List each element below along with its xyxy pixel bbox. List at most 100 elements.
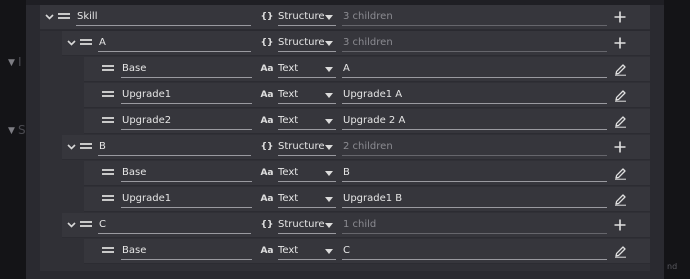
background-right-panel: [664, 0, 690, 279]
drag-handle-icon[interactable]: [80, 143, 92, 151]
text-type-icon: Aa: [260, 246, 274, 256]
caret-down-icon: [325, 67, 333, 72]
structure-type-icon: {}: [260, 12, 274, 22]
caret-down-icon: [325, 119, 333, 124]
plus-icon[interactable]: [612, 139, 628, 155]
drag-handle-icon[interactable]: [80, 221, 92, 229]
caret-down-icon: [325, 249, 333, 254]
chevron-down-icon: ▼: [8, 126, 15, 136]
field-name-input[interactable]: B: [98, 139, 251, 156]
field-name-input[interactable]: Upgrade1: [121, 191, 252, 208]
type-select[interactable]: Structure: [278, 9, 336, 26]
type-select[interactable]: Structure: [278, 139, 336, 156]
text-type-icon: Aa: [260, 90, 274, 100]
text-type-icon: Aa: [260, 116, 274, 126]
type-select[interactable]: Structure: [278, 217, 336, 234]
background-left-panel: ▼ I ▼ S: [0, 0, 26, 279]
chevron-down-icon[interactable]: [65, 37, 77, 49]
plus-icon[interactable]: [612, 9, 628, 25]
type-select-value: Text: [278, 193, 299, 204]
caret-down-icon: [325, 171, 333, 176]
type-select[interactable]: Text: [278, 165, 336, 182]
text-value-input[interactable]: Upgrade 2 A: [342, 113, 607, 130]
tree-row-skill: Skill {} Structure 3 children: [40, 5, 650, 30]
background-label: S: [18, 123, 26, 137]
caret-down-icon: [325, 223, 333, 228]
drag-handle-icon[interactable]: [102, 195, 114, 203]
type-select-value: Structure: [278, 11, 325, 22]
structure-type-icon: {}: [260, 220, 274, 230]
type-select-value: Text: [278, 245, 299, 256]
text-type-icon: Aa: [260, 64, 274, 74]
field-name-input[interactable]: Base: [121, 165, 252, 182]
type-select-value: Structure: [278, 37, 325, 48]
chevron-down-icon[interactable]: [43, 11, 55, 23]
text-type-icon: Aa: [260, 194, 274, 204]
text-value-input[interactable]: Upgrade1 A: [342, 87, 607, 104]
drag-handle-icon[interactable]: [58, 13, 70, 21]
structure-editor-dialog: Skill {} Structure 3 children A {} Struc…: [26, 0, 664, 279]
field-name-input[interactable]: C: [98, 217, 251, 234]
tree-row-b-upgrade1: Upgrade1 Aa Text Upgrade1 B: [84, 187, 650, 212]
drag-handle-icon[interactable]: [102, 91, 114, 99]
type-select[interactable]: Structure: [278, 35, 336, 52]
field-name-input[interactable]: Upgrade2: [121, 113, 252, 130]
chevron-down-icon: ▼: [8, 58, 15, 68]
pencil-icon[interactable]: [612, 243, 628, 259]
text-value-input[interactable]: Upgrade1 B: [342, 191, 607, 208]
background-collapse-marker: ▼ I: [8, 55, 22, 69]
background-text: nd: [667, 262, 678, 271]
type-select[interactable]: Text: [278, 61, 336, 78]
chevron-down-icon[interactable]: [65, 219, 77, 231]
caret-down-icon: [325, 41, 333, 46]
drag-handle-icon[interactable]: [80, 39, 92, 47]
chevron-down-icon[interactable]: [65, 141, 77, 153]
type-select-value: Text: [278, 89, 299, 100]
structure-type-icon: {}: [260, 38, 274, 48]
tree-row-b: B {} Structure 2 children: [62, 135, 650, 160]
background-collapse-marker: ▼ S: [8, 123, 26, 137]
text-value-input[interactable]: B: [342, 165, 607, 182]
text-type-icon: Aa: [260, 168, 274, 178]
text-value-input[interactable]: C: [342, 243, 607, 260]
field-name-input[interactable]: A: [98, 35, 251, 52]
field-name-input[interactable]: Base: [121, 243, 252, 260]
type-select[interactable]: Text: [278, 243, 336, 260]
structure-type-icon: {}: [260, 142, 274, 152]
pencil-icon[interactable]: [612, 113, 628, 129]
type-select-value: Structure: [278, 219, 325, 230]
children-count: 2 children: [342, 139, 607, 156]
type-select-value: Text: [278, 63, 299, 74]
type-select-value: Text: [278, 167, 299, 178]
type-select[interactable]: Text: [278, 191, 336, 208]
plus-icon[interactable]: [612, 217, 628, 233]
drag-handle-icon[interactable]: [102, 247, 114, 255]
plus-icon[interactable]: [612, 35, 628, 51]
drag-handle-icon[interactable]: [102, 65, 114, 73]
type-select-value: Text: [278, 115, 299, 126]
field-name-input[interactable]: Base: [121, 61, 252, 78]
children-count: 3 children: [342, 35, 607, 52]
children-count: 3 children: [342, 9, 607, 26]
pencil-icon[interactable]: [612, 165, 628, 181]
pencil-icon[interactable]: [612, 191, 628, 207]
tree-row-c-base: Base Aa Text C: [84, 239, 650, 264]
children-count: 1 child: [342, 217, 607, 234]
tree-row-a-upgrade1: Upgrade1 Aa Text Upgrade1 A: [84, 83, 650, 108]
type-select[interactable]: Text: [278, 87, 336, 104]
tree-row-a-base: Base Aa Text A: [84, 57, 650, 82]
background-label: I: [18, 55, 22, 69]
pencil-icon[interactable]: [612, 61, 628, 77]
caret-down-icon: [325, 197, 333, 202]
caret-down-icon: [325, 15, 333, 20]
caret-down-icon: [325, 145, 333, 150]
text-value-input[interactable]: A: [342, 61, 607, 78]
type-select[interactable]: Text: [278, 113, 336, 130]
drag-handle-icon[interactable]: [102, 169, 114, 177]
pencil-icon[interactable]: [612, 87, 628, 103]
type-select-value: Structure: [278, 141, 325, 152]
field-name-input[interactable]: Skill: [76, 9, 251, 26]
field-name-input[interactable]: Upgrade1: [121, 87, 252, 104]
drag-handle-icon[interactable]: [102, 117, 114, 125]
tree-row-a: A {} Structure 3 children: [62, 31, 650, 56]
